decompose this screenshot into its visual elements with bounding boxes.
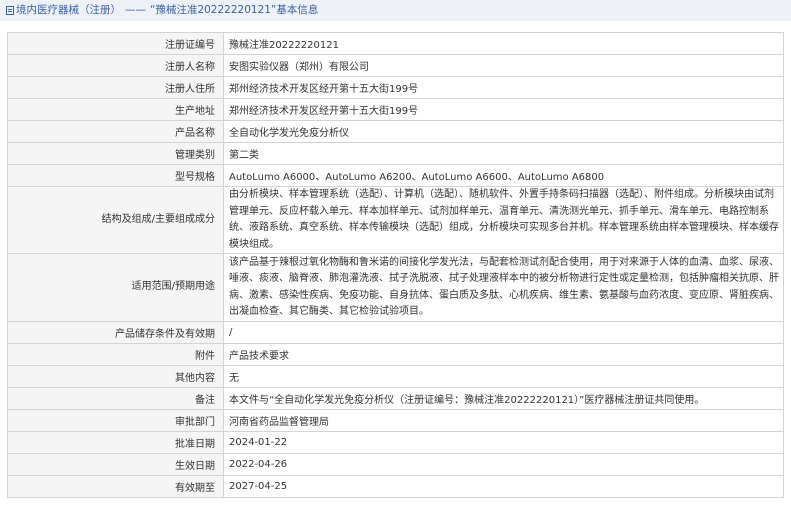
page-title: “豫械注准20222220121”基本信息	[150, 4, 319, 16]
table-row: 审批部门 河南省药品监督管理局	[7, 409, 784, 432]
field-label-approval-department: 审批部门	[7, 409, 224, 432]
field-value-registrant-address: 郑州经济技术开发区经开第十五大街199号	[223, 76, 784, 99]
field-value-other-content: 无	[223, 365, 784, 388]
field-label-storage-validity: 产品储存条件及有效期	[7, 321, 224, 344]
field-label-intended-use: 适用范围/预期用途	[7, 253, 224, 322]
field-value-product-name: 全自动化学发光免疫分析仪	[223, 120, 784, 143]
table-row: 适用范围/预期用途 该产品基于辣根过氧化物酶和鲁米诺的间接化学发光法，与配套检测…	[7, 253, 784, 322]
field-value-attachment: 产品技术要求	[223, 343, 784, 366]
field-value-intended-use: 该产品基于辣根过氧化物酶和鲁米诺的间接化学发光法，与配套检测试剂配合使用，用于对…	[223, 253, 784, 322]
field-label-structure-composition: 结构及组成/主要组成成分	[7, 186, 224, 254]
field-value-valid-until: 2027-04-25	[223, 475, 784, 498]
table-row: 生效日期 2022-04-26	[7, 453, 784, 476]
table-row: 型号规格 AutoLumo A6000、AutoLumo A6200、AutoL…	[7, 164, 784, 187]
field-value-management-class: 第二类	[223, 142, 784, 165]
field-label-registrant-address: 注册人住所	[7, 76, 224, 99]
breadcrumb-separator: ——	[125, 4, 146, 16]
field-label-attachment: 附件	[7, 343, 224, 366]
table-row: 注册证编号 豫械注准20222220121	[7, 32, 784, 55]
page-header: 境内医疗器械（注册） —— “豫械注准20222220121”基本信息	[0, 0, 791, 21]
table-row: 注册人名称 安图实验仪器（郑州）有限公司	[7, 54, 784, 77]
table-row: 产品名称 全自动化学发光免疫分析仪	[7, 120, 784, 143]
table-row: 注册人住所 郑州经济技术开发区经开第十五大街199号	[7, 76, 784, 99]
field-label-remarks: 备注	[7, 387, 224, 410]
table-row: 附件 产品技术要求	[7, 343, 784, 366]
registration-info-table: 注册证编号 豫械注准20222220121 注册人名称 安图实验仪器（郑州）有限…	[7, 32, 784, 498]
field-value-approval-department: 河南省药品监督管理局	[223, 409, 784, 432]
field-value-registrant-name: 安图实验仪器（郑州）有限公司	[223, 54, 784, 77]
field-value-registration-number: 豫械注准20222220121	[223, 32, 784, 55]
field-label-model-spec: 型号规格	[7, 164, 224, 187]
table-row: 备注 本文件与“全自动化学发光免疫分析仪（注册证编号：豫械注准202222201…	[7, 387, 784, 410]
field-label-registrant-name: 注册人名称	[7, 54, 224, 77]
field-value-production-address: 郑州经济技术开发区经开第十五大街199号	[223, 98, 784, 121]
table-row: 管理类别 第二类	[7, 142, 784, 165]
field-label-management-class: 管理类别	[7, 142, 224, 165]
table-row: 有效期至 2027-04-25	[7, 475, 784, 498]
field-value-effective-date: 2022-04-26	[223, 453, 784, 476]
breadcrumb-category[interactable]: 境内医疗器械（注册）	[16, 0, 121, 21]
field-value-storage-validity: /	[223, 321, 784, 344]
field-label-approval-date: 批准日期	[7, 431, 224, 454]
field-value-remarks: 本文件与“全自动化学发光免疫分析仪（注册证编号：豫械注准20222220121）…	[223, 387, 784, 410]
document-icon	[6, 6, 14, 15]
table-row: 产品储存条件及有效期 /	[7, 321, 784, 344]
field-label-product-name: 产品名称	[7, 120, 224, 143]
table-row: 生产地址 郑州经济技术开发区经开第十五大街199号	[7, 98, 784, 121]
table-row: 其他内容 无	[7, 365, 784, 388]
field-label-effective-date: 生效日期	[7, 453, 224, 476]
field-label-registration-number: 注册证编号	[7, 32, 224, 55]
table-row: 结构及组成/主要组成成分 由分析模块、样本管理系统（选配）、计算机（选配）、随机…	[7, 186, 784, 254]
field-value-model-spec: AutoLumo A6000、AutoLumo A6200、AutoLumo A…	[223, 164, 784, 187]
field-label-other-content: 其他内容	[7, 365, 224, 388]
table-row: 批准日期 2024-01-22	[7, 431, 784, 454]
field-value-approval-date: 2024-01-22	[223, 431, 784, 454]
field-label-production-address: 生产地址	[7, 98, 224, 121]
field-label-valid-until: 有效期至	[7, 475, 224, 498]
field-value-structure-composition: 由分析模块、样本管理系统（选配）、计算机（选配）、随机软件、外置手持条码扫描器（…	[223, 186, 784, 254]
